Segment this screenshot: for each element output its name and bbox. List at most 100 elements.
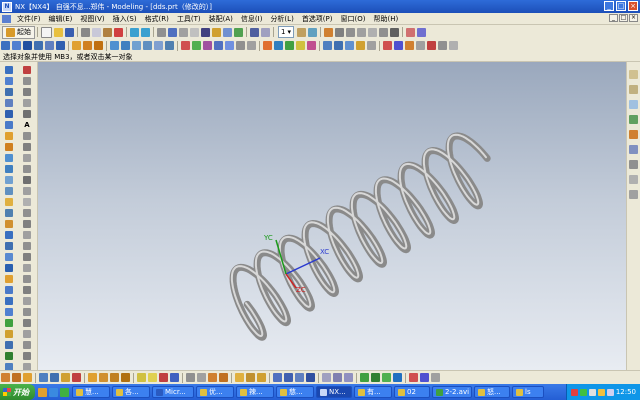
cylinder-icon[interactable] (5, 77, 13, 85)
extruded-body-icon[interactable] (5, 110, 13, 118)
fit-view-icon[interactable] (201, 27, 210, 37)
hidden-edge-icon[interactable] (190, 27, 199, 37)
tray-icon-4[interactable] (597, 388, 605, 396)
patch-icon[interactable] (5, 308, 13, 316)
add-component-icon[interactable] (333, 373, 342, 382)
task-item-6[interactable]: 慈... (276, 386, 314, 398)
doc-close-button[interactable]: × (629, 14, 638, 22)
cut-icon[interactable] (81, 27, 90, 37)
blend-icon[interactable] (5, 231, 13, 239)
menu-tools[interactable]: 工具(T) (173, 14, 205, 24)
task-item-11[interactable]: 怒... (474, 386, 510, 398)
suppress-icon[interactable] (296, 41, 305, 50)
task-item-12[interactable]: ls (512, 386, 544, 398)
information-icon[interactable] (409, 373, 418, 382)
menu-assembly[interactable]: 装配(A) (205, 14, 237, 24)
extract-curve-icon[interactable] (23, 264, 31, 272)
close-button[interactable]: × (628, 1, 638, 11)
sew-feature-icon[interactable] (5, 352, 13, 360)
blank-icon[interactable] (197, 373, 206, 382)
expression-icon[interactable] (431, 373, 440, 382)
intersect-icon[interactable] (94, 41, 103, 50)
analysis-icon[interactable] (405, 41, 414, 50)
select-face-icon[interactable] (50, 373, 59, 382)
minimize-button[interactable]: _ (604, 1, 614, 11)
sphere-icon[interactable] (5, 99, 13, 107)
menu-file[interactable]: 文件(F) (13, 14, 45, 24)
layer-combo[interactable]: 1 ▾ (278, 26, 294, 38)
rectangle-icon[interactable] (23, 176, 31, 184)
task-item-nx[interactable]: NX... (316, 386, 352, 398)
sketch-mirror-icon[interactable] (121, 373, 130, 382)
layer-category-icon[interactable] (246, 373, 255, 382)
wave-icon[interactable] (5, 330, 13, 338)
chamfer-feature-icon[interactable] (5, 242, 13, 250)
start-button[interactable]: 起始 (2, 25, 35, 39)
task-item-3[interactable]: Micr... (152, 386, 194, 398)
media-icon[interactable] (60, 387, 69, 397)
paste-icon[interactable] (103, 27, 112, 37)
combined-curve-icon[interactable] (23, 275, 31, 283)
spline-icon[interactable] (23, 99, 31, 107)
chamfer-icon[interactable] (121, 41, 130, 50)
tube-icon[interactable] (5, 132, 13, 140)
assembly-icon[interactable] (322, 373, 331, 382)
circle-icon[interactable] (356, 27, 366, 37)
layer-visible-icon[interactable] (235, 373, 244, 382)
measure-angle-icon[interactable] (394, 41, 403, 50)
arc-icon[interactable] (345, 27, 355, 37)
extrude-icon[interactable] (1, 41, 10, 50)
project-curve-icon[interactable] (23, 231, 31, 239)
trim-curve-icon[interactable] (23, 297, 31, 305)
thread-icon[interactable] (5, 220, 13, 228)
wcs-icon[interactable] (438, 41, 447, 50)
pocket-icon[interactable] (45, 41, 54, 50)
boss-icon[interactable] (34, 41, 43, 50)
groove-icon[interactable] (5, 209, 13, 217)
wireframe-view-icon[interactable] (179, 27, 188, 37)
curve-parameters-icon[interactable] (23, 352, 31, 360)
circle-tool-icon[interactable] (23, 88, 31, 96)
snap-center-icon[interactable] (23, 373, 32, 382)
select-body-icon[interactable] (72, 373, 81, 382)
draft-icon[interactable] (143, 41, 152, 50)
wrap-curve-icon[interactable] (23, 286, 31, 294)
drawing-view-icon[interactable] (371, 373, 380, 382)
chamfer-curve-icon[interactable] (23, 198, 31, 206)
palette-icon[interactable] (629, 190, 638, 199)
rotate-icon[interactable] (223, 27, 232, 37)
system-materials-icon[interactable] (629, 160, 638, 169)
task-item-5[interactable]: 辣... (236, 386, 274, 398)
snap-point-icon[interactable] (427, 41, 436, 50)
part-navigator-icon[interactable] (629, 85, 638, 94)
hide-icon[interactable] (159, 373, 168, 382)
new-file-icon[interactable] (41, 26, 52, 38)
curve-tool-icon[interactable] (405, 27, 415, 37)
extract-icon[interactable] (5, 319, 13, 327)
pad-feature-icon[interactable] (5, 187, 13, 195)
snap-icon[interactable] (378, 27, 388, 37)
delete-icon[interactable] (114, 27, 123, 37)
move-object-icon[interactable] (219, 373, 228, 382)
menu-help[interactable]: 帮助(H) (369, 14, 402, 24)
section-view-icon[interactable] (393, 373, 402, 382)
selection-filter-icon[interactable] (416, 41, 425, 50)
menu-information[interactable]: 信息(I) (237, 14, 267, 24)
select-feature-icon[interactable] (39, 373, 48, 382)
model-tool-icon[interactable] (157, 27, 166, 37)
instance-feature-icon[interactable] (5, 264, 13, 272)
render-style-icon[interactable] (250, 27, 259, 37)
translucency-icon[interactable] (186, 373, 195, 382)
swept-body-icon[interactable] (5, 143, 13, 151)
menu-preferences[interactable]: 首选项(P) (298, 14, 337, 24)
swept-icon[interactable] (345, 41, 354, 50)
trim-icon[interactable] (5, 275, 13, 283)
drafting-icon[interactable] (360, 373, 369, 382)
menu-analysis[interactable]: 分析(L) (266, 14, 297, 24)
start-menu-button[interactable]: 开始 (0, 384, 35, 400)
menu-format[interactable]: 格式(R) (141, 14, 173, 24)
network-icon[interactable] (606, 388, 614, 396)
bounded-plane-icon[interactable] (356, 41, 365, 50)
fillet-curve-icon[interactable] (23, 187, 31, 195)
copy-icon[interactable] (92, 27, 101, 37)
